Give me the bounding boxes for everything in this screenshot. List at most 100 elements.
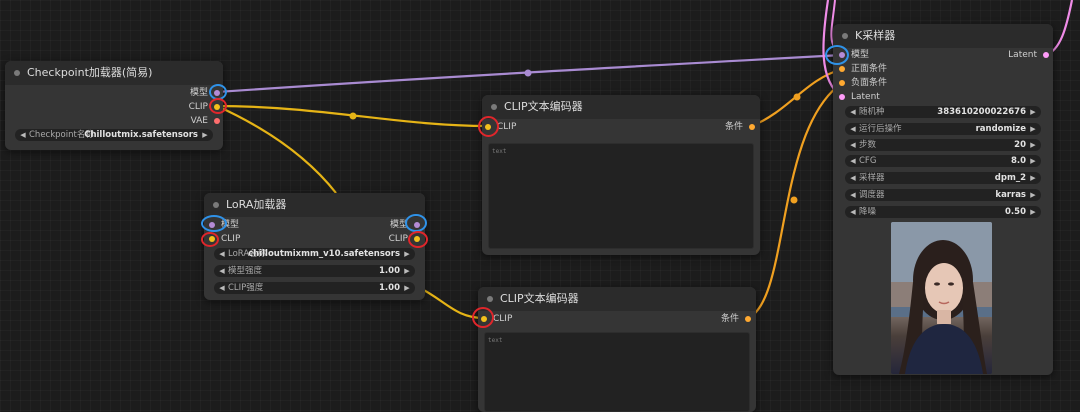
clip-text-encoder-positive-node[interactable]: CLIP文本编码器 CLIP 条件 text (482, 95, 760, 255)
wire-midpoint-clip[interactable] (349, 112, 357, 120)
right-arrow-icon[interactable]: ▶ (1028, 155, 1038, 167)
generated-image-preview[interactable] (891, 222, 992, 374)
right-arrow-icon[interactable]: ▶ (200, 129, 210, 141)
left-arrow-icon[interactable]: ◀ (217, 265, 227, 277)
lora-name-combo[interactable]: ◀ LoRA名称 chilloutmixmm_v10.safetensors ▶ (214, 248, 415, 260)
right-arrow-icon[interactable]: ▶ (1028, 172, 1038, 184)
conditioning-dot-icon[interactable] (749, 124, 755, 130)
wire-lora-clip-to-encoder[interactable] (417, 286, 485, 320)
right-arrow-icon[interactable]: ▶ (402, 265, 412, 277)
clip-text-encoder-negative-node[interactable]: CLIP文本编码器 CLIP 条件 text (478, 287, 756, 412)
left-arrow-icon[interactable]: ◀ (848, 123, 858, 135)
left-arrow-icon[interactable]: ◀ (18, 129, 28, 141)
slot-label: 模型 (389, 220, 408, 230)
wire-clip-to-text-encoder[interactable] (216, 104, 489, 128)
latent-dot-icon[interactable] (1043, 52, 1049, 58)
prompt-text-area[interactable]: text (484, 332, 750, 412)
conditioning-dot-icon[interactable] (745, 316, 751, 322)
clip-dot-icon[interactable] (214, 104, 220, 110)
left-arrow-icon[interactable]: ◀ (848, 189, 858, 201)
clip-strength-number[interactable]: ◀ CLIP强度 1.00 ▶ (214, 282, 415, 294)
output-conditioning-slot[interactable]: 条件 (695, 121, 755, 133)
vae-dot-icon[interactable] (214, 118, 220, 124)
output-vae-slot[interactable]: VAE (140, 115, 220, 127)
clip-dot-icon[interactable] (485, 124, 491, 130)
checkpoint-name-combo[interactable]: ◀ Checkpoint名称 Chilloutmix.safetensors ▶ (15, 129, 213, 141)
ksampler-node[interactable]: K采样器 模型 正面条件 负面条件 Latent Latent ◀ 随机种 38… (833, 24, 1053, 375)
input-latent-slot[interactable]: Latent (839, 91, 919, 103)
latent-dot-icon[interactable] (839, 94, 845, 100)
prompt-text-area[interactable]: text (488, 143, 754, 249)
output-latent-slot[interactable]: Latent (969, 49, 1049, 61)
wire-positive-conditioning[interactable] (751, 67, 843, 128)
wire-midpoint-model[interactable] (524, 69, 532, 77)
output-model-slot[interactable]: 模型 (140, 87, 220, 99)
right-arrow-icon[interactable]: ▶ (402, 282, 412, 294)
sampler-name-combo[interactable]: ◀ 采样器 dpm_2 ▶ (845, 172, 1041, 184)
output-model-slot[interactable]: 模型 (350, 219, 420, 231)
output-clip-slot[interactable]: CLIP (140, 101, 220, 113)
clip-dot-icon[interactable] (414, 236, 420, 242)
clip-dot-icon[interactable] (481, 316, 487, 322)
input-negative-slot[interactable]: 负面条件 (839, 77, 919, 89)
cfg-number[interactable]: ◀ CFG 8.0 ▶ (845, 155, 1041, 167)
model-dot-icon[interactable] (214, 90, 220, 96)
lora-loader-node[interactable]: LoRA加载器 模型 CLIP 模型 CLIP ◀ LoRA名称 chillou… (204, 193, 425, 300)
left-arrow-icon[interactable]: ◀ (848, 155, 858, 167)
wire-midpoint-negative[interactable] (790, 196, 798, 204)
model-dot-icon[interactable] (414, 222, 420, 228)
clip-encoder-title[interactable]: CLIP文本编码器 (478, 287, 756, 311)
right-arrow-icon[interactable]: ▶ (1028, 106, 1038, 118)
conditioning-dot-icon[interactable] (839, 66, 845, 72)
model-dot-icon[interactable] (209, 222, 215, 228)
input-clip-slot[interactable]: CLIP (485, 121, 545, 133)
output-clip-slot[interactable]: CLIP (350, 233, 420, 245)
wire-clip-to-lora[interactable] (216, 104, 337, 194)
node-graph-canvas[interactable]: Checkpoint加载器(简易) 模型 CLIP VAE ◀ Checkpoi… (0, 0, 1080, 412)
conditioning-dot-icon[interactable] (839, 80, 845, 86)
seed-number[interactable]: ◀ 随机种 383610200022676 ▶ (845, 106, 1041, 118)
wire-model[interactable] (216, 53, 843, 94)
collapse-dot-icon[interactable] (491, 104, 497, 110)
checkpoint-loader-title[interactable]: Checkpoint加载器(简易) (5, 61, 223, 85)
right-arrow-icon[interactable]: ▶ (1028, 189, 1038, 201)
model-dot-icon[interactable] (839, 52, 845, 58)
collapse-dot-icon[interactable] (14, 70, 20, 76)
node-title-text: CLIP文本编码器 (504, 100, 583, 113)
left-arrow-icon[interactable]: ◀ (848, 206, 858, 218)
clip-encoder-title[interactable]: CLIP文本编码器 (482, 95, 760, 119)
slot-label: 模型 (189, 88, 208, 98)
left-arrow-icon[interactable]: ◀ (848, 106, 858, 118)
right-arrow-icon[interactable]: ▶ (402, 248, 412, 260)
ksampler-title[interactable]: K采样器 (833, 24, 1053, 48)
widget-label: 降噪 (859, 207, 877, 217)
wire-midpoint-positive[interactable] (793, 93, 801, 101)
control-after-generate-combo[interactable]: ◀ 运行后操作 randomize ▶ (845, 123, 1041, 135)
left-arrow-icon[interactable]: ◀ (217, 248, 227, 260)
collapse-dot-icon[interactable] (487, 296, 493, 302)
input-model-slot[interactable]: 模型 (839, 49, 919, 61)
right-arrow-icon[interactable]: ▶ (1028, 139, 1038, 151)
scheduler-combo[interactable]: ◀ 调度器 karras ▶ (845, 189, 1041, 201)
wire-negative-conditioning[interactable] (747, 82, 843, 320)
left-arrow-icon[interactable]: ◀ (217, 282, 227, 294)
collapse-dot-icon[interactable] (842, 33, 848, 39)
right-arrow-icon[interactable]: ▶ (1028, 206, 1038, 218)
model-strength-number[interactable]: ◀ 模型强度 1.00 ▶ (214, 265, 415, 277)
widget-value: 1.00 (379, 283, 400, 293)
input-model-slot[interactable]: 模型 (209, 219, 279, 231)
checkpoint-loader-node[interactable]: Checkpoint加载器(简易) 模型 CLIP VAE ◀ Checkpoi… (5, 61, 223, 150)
right-arrow-icon[interactable]: ▶ (1028, 123, 1038, 135)
collapse-dot-icon[interactable] (213, 202, 219, 208)
denoise-number[interactable]: ◀ 降噪 0.50 ▶ (845, 206, 1041, 218)
steps-number[interactable]: ◀ 步数 20 ▶ (845, 139, 1041, 151)
output-conditioning-slot[interactable]: 条件 (691, 313, 751, 325)
input-clip-slot[interactable]: CLIP (481, 313, 541, 325)
lora-loader-title[interactable]: LoRA加载器 (204, 193, 425, 217)
left-arrow-icon[interactable]: ◀ (848, 139, 858, 151)
input-clip-slot[interactable]: CLIP (209, 233, 279, 245)
input-positive-slot[interactable]: 正面条件 (839, 63, 919, 75)
clip-dot-icon[interactable] (209, 236, 215, 242)
left-arrow-icon[interactable]: ◀ (848, 172, 858, 184)
slot-label: VAE (190, 116, 208, 126)
